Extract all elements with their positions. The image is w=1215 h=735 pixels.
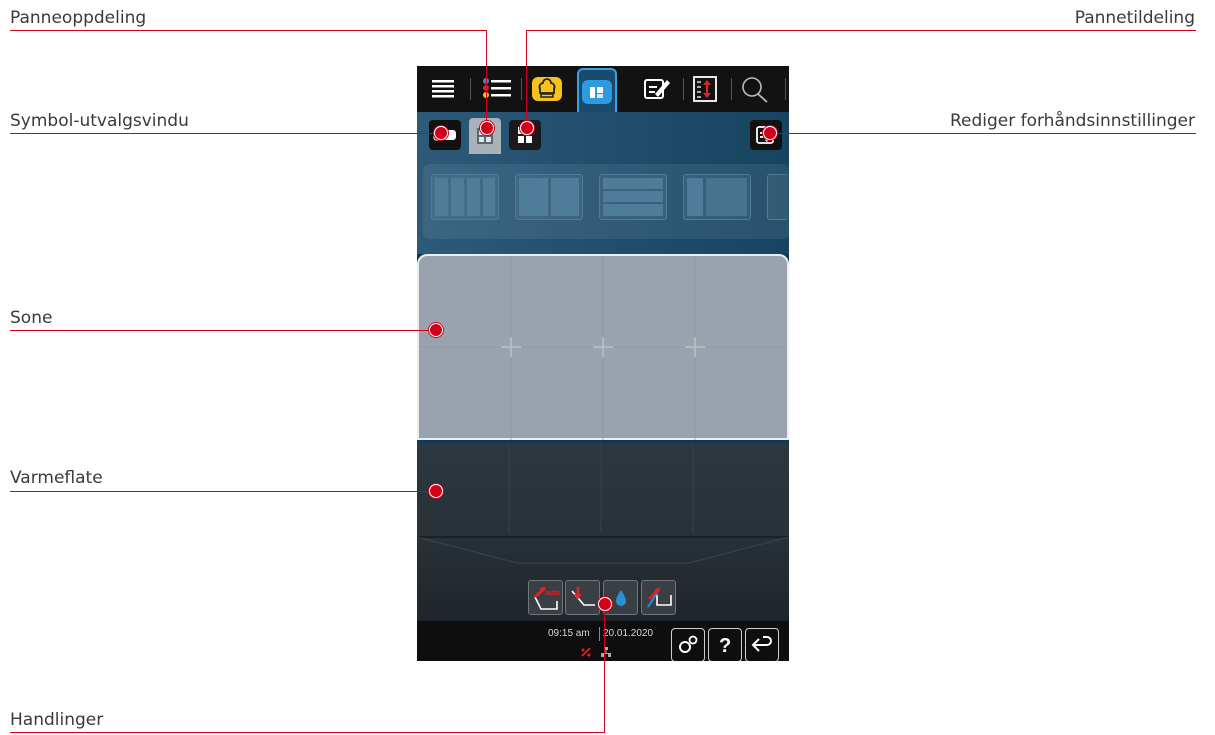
callout-marker <box>480 121 494 135</box>
settings-gear-icon <box>679 635 698 653</box>
search-icon[interactable] <box>737 72 773 106</box>
device-screen: auto 09:15 am 20.01.2020 ? <box>417 66 789 661</box>
leader-line <box>10 133 440 134</box>
svg-text:auto: auto <box>545 590 560 597</box>
help-button[interactable]: ? <box>708 628 742 661</box>
preset-panel <box>417 112 789 254</box>
callout-marker <box>429 323 443 337</box>
callout-marker <box>763 126 777 140</box>
back-button[interactable] <box>745 628 779 661</box>
leader-line <box>10 732 605 733</box>
leader-line <box>604 604 605 733</box>
leader-line <box>771 133 1196 134</box>
callout-marker <box>598 597 612 611</box>
callout-rediger-forhandsinnstillinger: Rediger forhåndsinnstillinger <box>949 111 1195 131</box>
height-adjust-icon[interactable] <box>687 72 723 106</box>
settings-sliders-icon[interactable] <box>478 72 514 106</box>
status-time: 09:15 am <box>548 628 590 639</box>
callout-marker <box>429 484 443 498</box>
preset-tile-rows[interactable] <box>599 174 667 220</box>
top-navigation-bar <box>417 66 789 114</box>
lower-icon <box>570 586 595 606</box>
help-icon: ? <box>719 635 731 656</box>
pan-layout-tab[interactable] <box>577 68 617 114</box>
leader-line <box>10 330 435 331</box>
leader-line <box>527 30 1196 31</box>
callout-panneoppdeling: Panneoppdeling <box>10 8 147 28</box>
callout-varmeflate: Varmeflate <box>10 468 103 488</box>
separator <box>683 78 684 100</box>
leader-line <box>526 30 527 128</box>
preset-tile-partial[interactable] <box>767 174 788 220</box>
settings-gear-button[interactable] <box>671 628 705 661</box>
no-connection-icon <box>580 643 592 661</box>
edit-icon[interactable] <box>639 72 675 106</box>
preset-tile-halves[interactable] <box>515 174 583 220</box>
chef-hat-icon[interactable] <box>529 72 565 106</box>
leader-line <box>10 30 487 31</box>
status-date: 20.01.2020 <box>603 628 654 639</box>
network-icon <box>600 643 612 661</box>
zone-grid <box>419 256 787 440</box>
preset-tiles <box>423 164 789 239</box>
water-icon <box>615 589 626 606</box>
lower-button[interactable] <box>565 580 600 615</box>
svg-text:?: ? <box>719 635 731 656</box>
callout-symbol-utvalgsvindu: Symbol-utvalgsvindu <box>10 111 189 131</box>
callout-sone: Sone <box>10 308 53 328</box>
callout-marker <box>520 121 534 135</box>
fill-button[interactable] <box>641 580 676 615</box>
callout-handlinger: Handlinger <box>10 710 104 730</box>
leader-line <box>486 30 487 128</box>
menu-lines-icon[interactable] <box>425 72 461 106</box>
separator <box>521 78 522 100</box>
separator <box>785 78 786 100</box>
preset-tile-quarters[interactable] <box>431 174 499 220</box>
separator <box>731 78 732 100</box>
status-separator <box>599 627 600 641</box>
auto-tilt-icon: auto <box>533 585 560 610</box>
auto-tilt-button[interactable]: auto <box>528 580 563 615</box>
callout-marker <box>434 126 448 140</box>
back-arrow-icon <box>751 636 772 652</box>
pan-layout-icon <box>582 80 612 104</box>
zone-area[interactable] <box>417 254 789 440</box>
separator <box>470 78 471 100</box>
leader-line <box>10 491 435 492</box>
preset-tile-mixed[interactable] <box>683 174 751 220</box>
fill-icon <box>646 586 672 608</box>
callout-pannetildeling: Pannetildeling <box>1074 8 1195 28</box>
